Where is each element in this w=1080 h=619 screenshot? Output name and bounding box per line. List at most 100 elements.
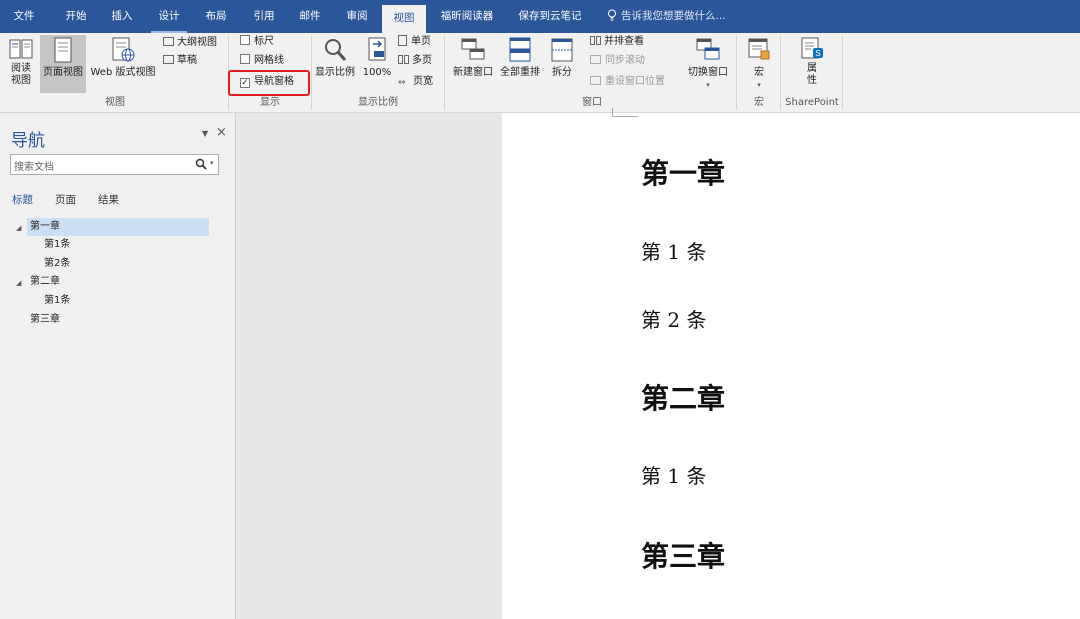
- draft-icon: [163, 55, 174, 64]
- doc-paragraph[interactable]: 第 2 条: [641, 304, 706, 333]
- reset-position-icon: [590, 76, 601, 85]
- macros-label: 宏: [754, 67, 764, 78]
- views-group-label: 视图: [105, 97, 125, 108]
- draft-button[interactable]: 草稿: [163, 54, 197, 68]
- pane-options-icon[interactable]: ▼: [202, 129, 208, 138]
- zoom-100-label: 100%: [362, 67, 392, 78]
- nav-tab-headings[interactable]: 标题: [12, 192, 33, 207]
- separator: [736, 36, 737, 110]
- arrange-all-label: 全部重排: [500, 67, 540, 78]
- tab-layout[interactable]: 布局: [198, 0, 234, 33]
- macros-icon: [747, 37, 771, 63]
- tab-foxit-reader[interactable]: 福昕阅读器: [437, 0, 497, 33]
- sync-scroll-icon: [590, 55, 601, 64]
- print-layout-label: 页面视图: [43, 67, 83, 78]
- draft-label: 草稿: [177, 55, 197, 66]
- tab-references[interactable]: 引用: [246, 0, 282, 33]
- doc-paragraph[interactable]: 第 1 条: [641, 460, 706, 489]
- collapse-triangle-icon[interactable]: ◢: [16, 279, 21, 287]
- ruler-checkbox[interactable]: 标尺: [240, 35, 274, 49]
- sync-scroll-button[interactable]: 同步滚动: [590, 54, 645, 68]
- ribbon-tab-bar: 文件 开始 插入 设计 布局 引用 邮件 审阅 视图 福昕阅读器 保存到云笔记 …: [0, 0, 1080, 33]
- new-window-icon: [460, 37, 486, 63]
- side-by-side-label: 并排查看: [604, 36, 644, 47]
- arrange-all-button[interactable]: 全部重排: [497, 35, 543, 93]
- one-page-icon: [398, 35, 407, 46]
- ruler-label: 标尺: [254, 36, 274, 47]
- window-group-label: 窗口: [582, 97, 602, 108]
- nav-heading-item[interactable]: 第1条: [44, 236, 70, 254]
- outline-icon: [163, 37, 174, 46]
- reset-position-button[interactable]: 重设窗口位置: [590, 75, 665, 89]
- page-width-icon: ⇔: [398, 78, 406, 88]
- tab-review[interactable]: 审阅: [339, 0, 375, 33]
- split-button[interactable]: 拆分: [546, 35, 578, 93]
- side-by-side-icon: [590, 36, 595, 45]
- page-width-label: 页宽: [413, 76, 433, 87]
- outline-button[interactable]: 大纲视图: [163, 36, 217, 50]
- doc-heading[interactable]: 第二章: [641, 377, 725, 417]
- new-window-button[interactable]: 新建窗口: [450, 35, 496, 93]
- tab-design[interactable]: 设计: [151, 0, 187, 33]
- separator: [780, 36, 781, 110]
- multi-page-icon: [398, 55, 403, 64]
- split-icon: [550, 37, 574, 63]
- print-layout-button[interactable]: 页面视图: [40, 35, 86, 93]
- tab-home[interactable]: 开始: [58, 0, 94, 33]
- gridlines-check-box[interactable]: [240, 54, 250, 64]
- tab-file[interactable]: 文件: [6, 0, 42, 33]
- web-layout-button[interactable]: Web 版式视图: [87, 35, 159, 93]
- web-layout-label: Web 版式视图: [90, 67, 156, 78]
- chevron-down-icon: ▾: [757, 81, 761, 89]
- read-mode-icon: [8, 37, 34, 61]
- tab-insert[interactable]: 插入: [104, 0, 140, 33]
- nav-tab-results[interactable]: 结果: [98, 192, 119, 207]
- collapse-triangle-icon[interactable]: ◢: [16, 224, 21, 232]
- multi-page-button[interactable]: 多页: [398, 54, 432, 68]
- nav-heading-item[interactable]: 第2条: [44, 255, 70, 273]
- nav-heading-item[interactable]: 第二章: [30, 273, 60, 291]
- nav-tab-pages[interactable]: 页面: [55, 192, 76, 207]
- doc-paragraph[interactable]: 第 1 条: [641, 236, 706, 265]
- document-page[interactable]: [502, 113, 1080, 619]
- multi-page-label: 多页: [412, 55, 432, 66]
- zoom-button[interactable]: 显示比例: [313, 35, 357, 93]
- zoom-100-icon: [366, 37, 388, 63]
- macros-button[interactable]: 宏 ▾: [742, 35, 776, 93]
- arrange-all-icon: [508, 37, 532, 63]
- zoom-group-label: 显示比例: [358, 97, 398, 108]
- search-icon[interactable]: [195, 158, 207, 170]
- tab-view[interactable]: 视图: [382, 5, 426, 33]
- doc-heading[interactable]: 第一章: [641, 152, 725, 192]
- properties-button[interactable]: S 属 性: [794, 35, 830, 93]
- search-input[interactable]: 搜索文档 ▾: [10, 154, 219, 175]
- show-group-label: 显示: [260, 97, 280, 108]
- nav-heading-item[interactable]: 第1条: [44, 292, 70, 310]
- zoom-label: 显示比例: [315, 67, 355, 78]
- svg-text:S: S: [815, 49, 820, 58]
- tab-save-cloud-note[interactable]: 保存到云笔记: [514, 0, 586, 33]
- ruler-check-box[interactable]: [240, 35, 250, 45]
- sharepoint-group-label: SharePoint: [785, 97, 839, 108]
- sync-scroll-label: 同步滚动: [605, 55, 645, 66]
- switch-windows-button[interactable]: 切换窗口 ▾: [684, 35, 732, 93]
- chevron-down-icon[interactable]: ▾: [210, 159, 214, 167]
- switch-windows-icon: [695, 37, 721, 63]
- close-icon[interactable]: ×: [216, 125, 227, 140]
- tab-mailings[interactable]: 邮件: [292, 0, 328, 33]
- outline-label: 大纲视图: [177, 37, 217, 48]
- page-width-button[interactable]: ⇔ 页宽: [398, 75, 433, 89]
- one-page-button[interactable]: 单页: [398, 35, 431, 49]
- gridlines-checkbox[interactable]: 网格线: [240, 54, 284, 68]
- doc-heading[interactable]: 第三章: [641, 535, 725, 575]
- properties-icon: S: [799, 37, 825, 61]
- nav-pane-title: 导航: [11, 131, 45, 151]
- side-by-side-button[interactable]: 并排查看: [590, 35, 644, 49]
- print-layout-icon: [53, 37, 73, 63]
- tell-me-box[interactable]: 告诉我您想要做什么...: [607, 0, 726, 33]
- read-mode-button[interactable]: 阅读 视图: [4, 35, 38, 93]
- zoom-100-button[interactable]: 100%: [360, 35, 394, 93]
- switch-windows-label: 切换窗口: [688, 67, 728, 78]
- nav-heading-item[interactable]: 第一章: [27, 218, 209, 236]
- nav-heading-item[interactable]: 第三章: [30, 311, 60, 329]
